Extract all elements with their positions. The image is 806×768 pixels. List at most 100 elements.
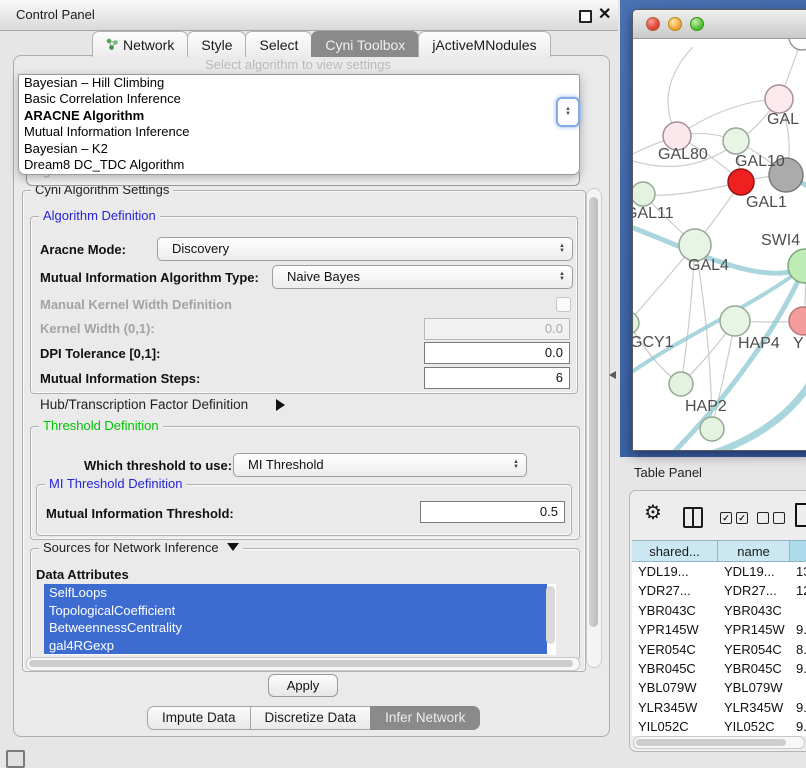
table-row[interactable]: YBL079WYBL079W [632, 678, 806, 697]
table-row[interactable]: YIL052CYIL052C9. [632, 717, 806, 736]
table-horizontal-scrollbar[interactable] [633, 736, 805, 749]
network-node-gal[interactable] [765, 85, 793, 113]
network-edge [643, 182, 741, 195]
which-threshold-combo[interactable]: MI Threshold ▲▼ [233, 453, 527, 477]
tab-select[interactable]: Select [245, 31, 312, 57]
table-row[interactable]: YDR27...YDR27...12 [632, 581, 806, 600]
table-cell: 13 [796, 562, 806, 581]
dock-panel-icon[interactable] [6, 750, 25, 768]
column-header-shared[interactable]: shared... [632, 540, 718, 562]
mi-steps-field[interactable]: 6 [424, 367, 570, 389]
attribute-item[interactable]: gal4RGexp [44, 637, 547, 655]
table-row[interactable]: YBR043CYBR043C [632, 601, 806, 620]
select-all-columns-icon[interactable]: ✓✓ [720, 512, 748, 524]
table-cell: YDL19... [638, 562, 689, 581]
scrollbar-thumb[interactable] [589, 197, 598, 627]
kernel-width-label: Kernel Width (0,1): [40, 321, 155, 336]
table-cell: YDR27... [638, 581, 691, 600]
algorithm-combo-stepper[interactable]: ▲▼ [556, 97, 580, 127]
columns-icon[interactable] [683, 507, 703, 528]
table-row[interactable]: YBR045C YBR045C 9. [632, 659, 806, 678]
aracne-mode-combo[interactable]: Discovery ▲▼ [157, 237, 573, 261]
network-node[interactable] [700, 417, 724, 441]
table-row[interactable]: YLR345WYLR345W9. [632, 698, 806, 717]
network-window-titlebar[interactable] [633, 10, 806, 39]
attribute-item[interactable]: TopologicalCoefficient [44, 602, 547, 620]
table-cell: YDR27... [724, 581, 777, 600]
algorithm-option[interactable]: Bayesian – K2 [19, 141, 579, 157]
minimize-window-icon[interactable] [668, 17, 682, 31]
network-canvas[interactable]: GALGAL80GAL10GAL1GAL11SWI4GAL4GCY1HAP4YH… [633, 39, 806, 450]
table-cell: 8. [796, 640, 806, 659]
table-cell: 9. [796, 659, 806, 678]
data-attributes-label: Data Attributes [36, 567, 129, 582]
export-table-icon[interactable] [795, 503, 806, 527]
table-row[interactable]: YPR145WYPR145W9. [632, 620, 806, 639]
float-panel-icon[interactable] [579, 10, 592, 23]
tab-cyni-toolbox[interactable]: Cyni Toolbox [311, 31, 419, 57]
network-node-y[interactable] [789, 307, 806, 335]
network-icon [106, 33, 118, 57]
manual-kernel-checkbox[interactable] [556, 297, 571, 312]
node-label-gal11: GAL11 [633, 205, 674, 222]
network-node-gcy1[interactable] [633, 312, 639, 334]
manual-kernel-label: Manual Kernel Width Definition [40, 297, 232, 312]
mi-type-combo[interactable]: Naive Bayes ▲▼ [272, 265, 573, 289]
table-rows: YDL19...YDL19...13YDR27...YDR27...12YBR0… [632, 562, 806, 736]
table-cell: YBR045C [724, 659, 782, 678]
mi-threshold-field[interactable]: 0.5 [420, 501, 565, 523]
dpi-tolerance-field[interactable]: 0.0 [424, 342, 570, 364]
algorithm-option[interactable]: Bayesian – Hill Climbing [19, 75, 579, 91]
table-row[interactable]: YER054CYER054C8. [632, 640, 806, 659]
scrollbar-thumb[interactable] [636, 739, 786, 746]
attribute-item[interactable]: SelfLoops [44, 584, 547, 602]
mi-steps-label: Mutual Information Steps: [40, 371, 200, 386]
algorithm-option[interactable]: Mutual Information Inference [19, 124, 579, 140]
kernel-width-field: 0.0 [424, 318, 570, 340]
scrollbar-thumb[interactable] [29, 660, 573, 667]
close-window-icon[interactable] [646, 17, 660, 31]
table-cell: YBR045C [638, 659, 696, 678]
gear-icon[interactable]: ⚙ [644, 503, 662, 523]
table-row[interactable]: YDL19... YDL19... 13 [632, 562, 806, 581]
network-node-gal11[interactable] [633, 182, 655, 206]
split-pane-handle[interactable] [609, 371, 616, 379]
algorithm-option[interactable]: ARACNE Algorithm [19, 108, 579, 124]
algorithm-option[interactable]: Dream8 DC_TDC Algorithm [19, 157, 579, 173]
zoom-window-icon[interactable] [690, 17, 704, 31]
settings-vertical-scrollbar[interactable] [586, 188, 602, 668]
algorithm-option[interactable]: Basic Correlation Inference [19, 91, 579, 107]
network-node-gal1[interactable] [728, 169, 754, 195]
combo-stepper-icon: ▲▼ [559, 267, 565, 287]
network-node-hap2[interactable] [669, 372, 693, 396]
table-cell: YDL19... [724, 562, 775, 581]
bottom-tab-infer-network[interactable]: Infer Network [370, 706, 480, 730]
table-cell: YLR345W [724, 698, 783, 717]
network-node[interactable] [789, 39, 806, 50]
tab-network[interactable]: Network [92, 31, 188, 57]
settings-horizontal-scrollbar[interactable] [26, 657, 580, 671]
attribute-item[interactable]: BetweennessCentrality [44, 619, 547, 637]
apply-button[interactable]: Apply [268, 674, 338, 697]
attributes-scrollbar[interactable] [546, 586, 555, 644]
sources-collapse-icon[interactable] [227, 543, 239, 551]
table-cell: YBL079W [638, 678, 697, 697]
bottom-tab-impute-data[interactable]: Impute Data [147, 706, 251, 730]
column-header-partial[interactable] [790, 540, 806, 562]
hub-expand-arrow-icon[interactable] [276, 398, 285, 413]
combo-stepper-icon: ▲▼ [559, 239, 565, 259]
tab-jactivemnodules[interactable]: jActiveMNodules [418, 31, 550, 57]
deselect-all-columns-icon[interactable] [757, 512, 785, 524]
control-panel-title: Control Panel [16, 0, 95, 30]
network-view-window: GALGAL80GAL10GAL1GAL11SWI4GAL4GCY1HAP4YH… [632, 9, 806, 451]
which-threshold-label: Which threshold to use: [84, 458, 232, 473]
network-node-gal10[interactable] [723, 128, 749, 154]
network-node-hap4[interactable] [720, 306, 750, 336]
bottom-tab-bar: Impute DataDiscretize DataInfer Network [147, 706, 479, 730]
algorithm-select-placeholder[interactable]: Select algorithm to view settings [20, 57, 576, 73]
column-header-name[interactable]: name [718, 540, 790, 562]
tab-style[interactable]: Style [187, 31, 246, 57]
hub-section-label: Hub/Transcription Factor Definition [40, 397, 248, 412]
bottom-tab-discretize-data[interactable]: Discretize Data [250, 706, 372, 730]
close-panel-icon[interactable]: ✕ [598, 4, 611, 24]
